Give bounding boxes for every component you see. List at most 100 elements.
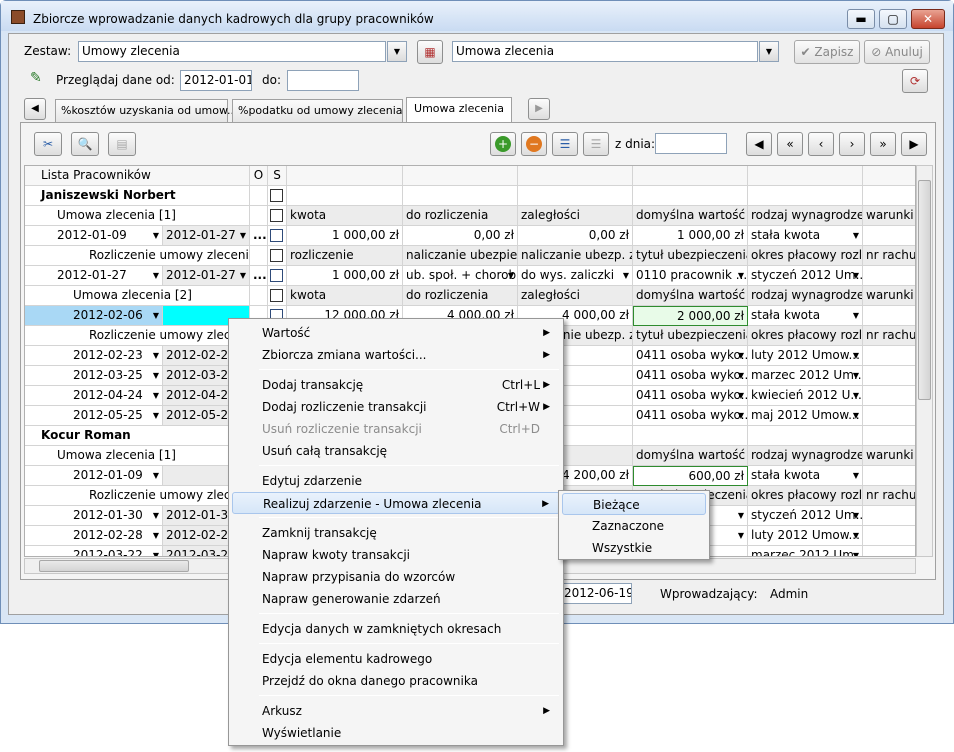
row-cell[interactable]: domyślna wartość ... [633, 206, 748, 226]
row-cell[interactable]: 0,00 zł [518, 226, 633, 246]
row-o-cell[interactable] [250, 246, 268, 266]
row-cell[interactable]: 0411 osoba wyko... [633, 386, 748, 406]
row-label[interactable]: Umowa zlecenia [1] [25, 206, 250, 226]
row-cell[interactable] [748, 186, 863, 206]
add-button[interactable]: + [490, 132, 516, 156]
menu-item-usuń-całą-transakcję[interactable]: Usuń całą transakcję [232, 440, 560, 462]
zestaw-edit-button[interactable]: ▦ [417, 40, 443, 64]
row-cell[interactable]: kwiecień 2012 U... [748, 386, 863, 406]
table-row[interactable]: Umowa zlecenia [1] kwota do rozliczenia zal… [25, 206, 915, 226]
row-cell[interactable]: zaległości [518, 206, 633, 226]
row-cell[interactable] [633, 426, 748, 446]
row-label[interactable]: Rozliczenie umowy zlecenia [25, 246, 250, 266]
zestaw2-dropdown-button[interactable]: ▼ [759, 41, 779, 62]
tabs-scroll-right[interactable]: ▶ [528, 98, 550, 120]
row-cell[interactable]: nr rachur [863, 246, 915, 266]
row-cell[interactable]: do rozliczenia [403, 286, 518, 306]
table-row[interactable]: 2012-01-272012-01-27... 1 000,00 złub. sp… [25, 266, 915, 286]
row-cell[interactable]: do rozliczenia [403, 206, 518, 226]
row-cell[interactable]: marzec 2012 Um... [748, 546, 863, 556]
row-cell[interactable] [863, 526, 915, 546]
row-label[interactable]: 2012-02-06 [25, 306, 163, 326]
row-cell[interactable]: stała kwota [748, 226, 863, 246]
row-date-end[interactable]: 2012-01-27 [163, 266, 250, 286]
row-cell[interactable] [518, 186, 633, 206]
row-cell[interactable]: okres płacowy rozli... [748, 486, 863, 506]
header-lista[interactable]: Lista Pracowników [25, 166, 250, 186]
tabs-scroll-left[interactable]: ◀ [24, 98, 46, 120]
table-row[interactable]: Janiszewski Norbert [25, 186, 915, 206]
row-cell[interactable]: naliczanie ubezpiec... [403, 246, 518, 266]
zestaw-dropdown-button[interactable]: ▼ [387, 41, 407, 62]
menu-item-przejdź-do-okna-danego-pracownika[interactable]: Przejdź do okna danego pracownika [232, 670, 560, 692]
zestaw2-select[interactable]: Umowa zlecenia [452, 41, 758, 62]
date-to-field[interactable] [287, 70, 359, 91]
zestaw-select[interactable]: Umowy zlecenia [78, 41, 386, 62]
submenu-item[interactable]: Wszystkie [562, 537, 706, 559]
row-cell[interactable]: stała kwota [748, 466, 863, 486]
calculator-button[interactable]: ▤ [108, 132, 136, 156]
row-o-cell[interactable] [250, 206, 268, 226]
menu-item-dodaj-rozliczenie-transakcji[interactable]: Dodaj rozliczenie transakcji Ctrl+W ▶ [232, 396, 560, 418]
row-cell[interactable] [863, 506, 915, 526]
remove-button[interactable]: − [521, 132, 547, 156]
row-cell[interactable] [863, 366, 915, 386]
row-cell[interactable]: warunki w [863, 206, 915, 226]
row-cell[interactable]: kwota [287, 286, 403, 306]
nav-next-page-button[interactable]: » [870, 132, 896, 156]
close-button[interactable]: ✕ [911, 9, 945, 29]
header-s[interactable]: S [268, 166, 287, 186]
row-cell[interactable]: 0,00 zł [403, 226, 518, 246]
row-cell[interactable] [403, 186, 518, 206]
menu-item-napraw-przypisania-do-wzorców[interactable]: Napraw przypisania do wzorców [232, 566, 560, 588]
tab-koszty[interactable]: %kosztów uzyskania od umow... [55, 99, 237, 122]
row-cell[interactable] [863, 386, 915, 406]
row-label[interactable]: Umowa zlecenia [2] [25, 286, 250, 306]
row-cell[interactable]: okres płacowy rozli... [748, 326, 863, 346]
menu-item-dodaj-transakcję[interactable]: Dodaj transakcję Ctrl+L ▶ [232, 374, 560, 396]
row-date-end[interactable]: 2012-01-27 [163, 226, 250, 246]
row-o-cell[interactable]: ... [250, 226, 268, 246]
menu-item-edycja-elementu-kadrowego[interactable]: Edycja elementu kadrowego [232, 648, 560, 670]
row-cell[interactable]: tytuł ubezpieczenia [633, 246, 748, 266]
row-checkbox[interactable] [270, 289, 283, 302]
row-cell[interactable]: okres płacowy rozli... [748, 246, 863, 266]
row-cell[interactable]: domyślna wartość ... [633, 286, 748, 306]
menu-item-wyświetlanie[interactable]: Wyświetlanie [232, 722, 560, 744]
row-cell[interactable]: kwota [287, 206, 403, 226]
row-cell[interactable]: marzec 2012 Um... [748, 366, 863, 386]
row-label[interactable]: 2012-03-22 [25, 546, 163, 556]
row-cell[interactable] [863, 426, 915, 446]
row-cell[interactable]: ub. społ. + chorob [403, 266, 518, 286]
row-label[interactable]: Rozliczenie umowy zlecenia [25, 486, 250, 506]
menu-item-edycja-danych-w-zamkniętych-okresach[interactable]: Edycja danych w zamkniętych okresach [232, 618, 560, 640]
horizontal-scroll-thumb[interactable] [39, 560, 189, 572]
maximize-button[interactable]: ▢ [879, 9, 907, 29]
row-cell[interactable]: 0110 pracownik ... [633, 266, 748, 286]
row-cell[interactable]: 1 000,00 zł [287, 266, 403, 286]
menu-item-zbiorcza-zmiana-wartości[interactable]: Zbiorcza zmiana wartości... ▶ [232, 344, 560, 366]
vertical-scroll-thumb[interactable] [918, 180, 931, 400]
search-button[interactable]: 🔍 [71, 132, 99, 156]
list-remove-button[interactable]: ☰ [583, 132, 609, 156]
menu-item-wartość[interactable]: Wartość ▶ [232, 322, 560, 344]
row-label[interactable]: 2012-05-25 [25, 406, 163, 426]
row-cell[interactable]: nr rachur [863, 486, 915, 506]
table-row[interactable]: 2012-01-092012-01-27...1 000,00 zł0,00 z… [25, 226, 915, 246]
row-label[interactable]: Umowa zlecenia [1] [25, 446, 250, 466]
row-cell[interactable] [863, 266, 915, 286]
cancel-button[interactable]: ⊘ Anuluj [864, 40, 930, 64]
row-cell[interactable]: 600,00 zł [633, 466, 748, 486]
row-cell[interactable] [863, 346, 915, 366]
row-cell[interactable]: naliczanie ubezp. z... [518, 246, 633, 266]
row-cell[interactable]: stała kwota [748, 306, 863, 326]
row-cell[interactable]: rodzaj wynagrodze... [748, 286, 863, 306]
row-cell[interactable]: 0411 osoba wyko... [633, 346, 748, 366]
row-cell[interactable]: warunki w [863, 446, 915, 466]
tab-umowa-zlecenia[interactable]: Umowa zlecenia [406, 97, 512, 122]
row-cell[interactable]: do wys. zaliczki [518, 266, 633, 286]
row-label[interactable]: Janiszewski Norbert [25, 186, 250, 206]
row-cell[interactable]: 0411 osoba wyko... [633, 366, 748, 386]
row-cell[interactable]: 1 000,00 zł [287, 226, 403, 246]
menu-item-arkusz[interactable]: Arkusz ▶ [232, 700, 560, 722]
